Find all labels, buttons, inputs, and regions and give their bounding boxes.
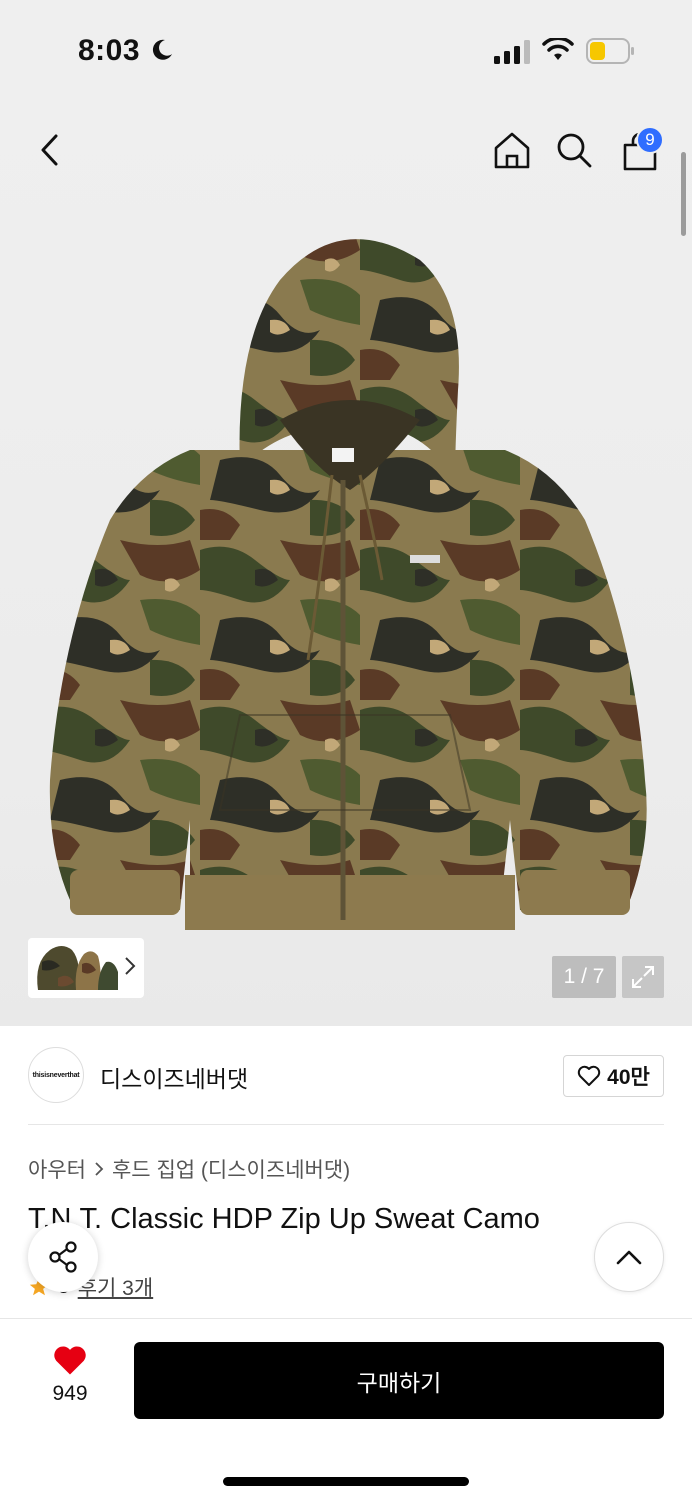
- back-button[interactable]: [28, 128, 72, 172]
- breadcrumb-item-category[interactable]: 아우터: [28, 1154, 86, 1184]
- expand-button[interactable]: [622, 956, 664, 998]
- breadcrumb: 아우터 후드 집업 (디스이즈네버댓): [28, 1154, 350, 1184]
- home-button[interactable]: [490, 128, 534, 172]
- scroll-to-top-button[interactable]: [594, 1222, 664, 1292]
- search-icon: [557, 133, 592, 168]
- buy-button[interactable]: 구매하기: [134, 1342, 664, 1419]
- brand-logo-text: thisisneverthat: [32, 1071, 80, 1079]
- home-indicator[interactable]: [223, 1477, 469, 1486]
- thumbnail-images: [37, 946, 118, 990]
- wifi-icon: [542, 38, 574, 60]
- product-title: T.N.T. Classic HDP Zip Up Sweat Camo: [28, 1203, 540, 1235]
- status-time: 8:03: [78, 34, 141, 67]
- status-bar: 8:03: [0, 0, 692, 100]
- battery-icon: [586, 38, 634, 64]
- moon-icon: [152, 39, 172, 60]
- brand-like-button[interactable]: 40만: [563, 1055, 664, 1097]
- divider: [28, 1124, 664, 1125]
- brand-like-count: 40만: [607, 1066, 650, 1089]
- heart-outline-icon: [577, 1065, 601, 1086]
- chevron-right-icon: [95, 1162, 104, 1176]
- brand-name[interactable]: 디스이즈네버댓: [100, 1060, 248, 1094]
- chevron-right-icon: [125, 957, 136, 975]
- product-hoodie-image[interactable]: [40, 220, 660, 940]
- heart-filled-icon: [54, 1346, 86, 1375]
- search-button[interactable]: [552, 128, 596, 172]
- image-counter: 1 / 7: [552, 956, 616, 998]
- wishlist-button[interactable]: 949: [40, 1344, 100, 1406]
- cart-count-badge: 9: [636, 126, 664, 154]
- brand-logo[interactable]: thisisneverthat: [28, 1047, 84, 1103]
- wishlist-count: 949: [52, 1382, 88, 1405]
- scrollbar[interactable]: [681, 152, 686, 236]
- share-icon: [49, 1241, 77, 1273]
- back-arrow-icon: [41, 134, 58, 166]
- signal-icon: [494, 40, 530, 64]
- expand-icon: [632, 966, 654, 988]
- home-icon: [494, 132, 530, 169]
- share-button[interactable]: [28, 1222, 98, 1292]
- breadcrumb-item-subcategory[interactable]: 후드 집업 (디스이즈네버댓): [112, 1154, 350, 1184]
- thumbnail-strip[interactable]: [28, 938, 144, 998]
- chevron-up-icon: [616, 1250, 642, 1265]
